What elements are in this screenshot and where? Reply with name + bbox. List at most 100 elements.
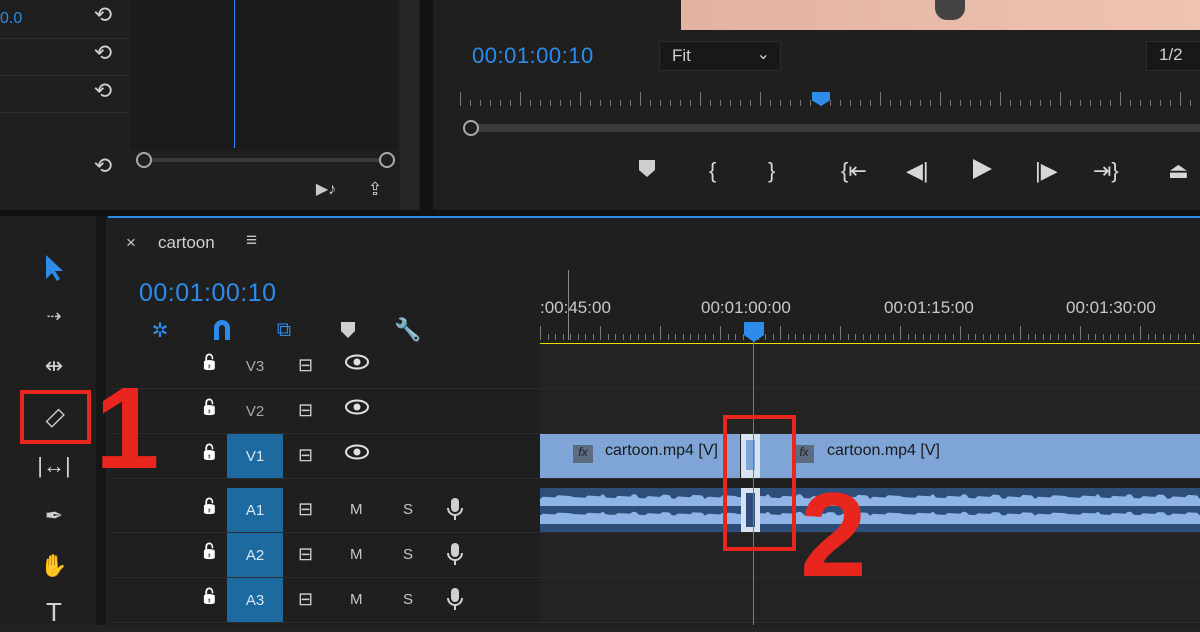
step-forward-icon[interactable]: |▶ xyxy=(1035,158,1058,184)
export-frame-icon[interactable]: ⇪ xyxy=(362,178,388,200)
ripple-edit-tool[interactable]: ⇹ xyxy=(30,346,78,386)
snap-icon[interactable] xyxy=(208,316,236,344)
panel-divider[interactable] xyxy=(420,0,433,210)
solo-button[interactable]: S xyxy=(403,546,413,563)
close-tab-icon[interactable]: × xyxy=(126,233,136,253)
zoom-scroll-handle[interactable] xyxy=(463,120,479,136)
ruler-tick xyxy=(937,334,939,340)
reset-parameter-icon[interactable]: ⟲ xyxy=(92,153,114,178)
track-header-v1[interactable] xyxy=(110,434,540,479)
hand-tool[interactable]: ✋ xyxy=(30,546,78,586)
time-ruler[interactable] xyxy=(460,92,1200,114)
scrollbar[interactable] xyxy=(400,0,418,210)
track-target-a1[interactable]: A1 xyxy=(227,488,283,532)
slip-tool[interactable]: |↔| xyxy=(30,446,78,486)
track-target-v2[interactable]: V2 xyxy=(227,389,283,433)
track-target-a2[interactable]: A2 xyxy=(227,533,283,577)
lock-icon[interactable]: 🔓 xyxy=(200,587,219,605)
lift-icon[interactable]: ⏏ xyxy=(1168,158,1189,184)
mark-in-icon[interactable]: { xyxy=(709,158,716,184)
ruler-tick xyxy=(620,100,621,106)
tab-title[interactable]: cartoon xyxy=(158,233,215,253)
lock-icon[interactable]: 🔓 xyxy=(200,497,219,515)
step-back-icon[interactable]: ◀| xyxy=(906,158,929,184)
ruler-tick xyxy=(1027,334,1029,340)
lock-icon[interactable]: 🔓 xyxy=(200,443,219,461)
pen-tool[interactable]: ✒ xyxy=(30,496,78,536)
zoom-scroll-track[interactable] xyxy=(471,124,1200,132)
lock-icon[interactable]: 🔓 xyxy=(200,542,219,560)
track-lane-a3[interactable] xyxy=(540,578,1200,623)
timeline-timecode[interactable]: 00:01:00:10 xyxy=(139,279,277,308)
toggle-sync-lock-icon[interactable]: ⊟ xyxy=(298,589,313,610)
track-target-v1[interactable]: V1 xyxy=(227,434,283,478)
mark-out-icon[interactable]: } xyxy=(768,158,775,184)
track-header-v2[interactable] xyxy=(110,389,540,434)
mute-button[interactable]: M xyxy=(350,591,363,608)
toggle-sync-lock-icon[interactable]: ⊟ xyxy=(298,544,313,565)
ruler-tick xyxy=(720,100,721,106)
resolution-dropdown[interactable]: 1/2 xyxy=(1146,41,1200,71)
track-lane-v3[interactable] xyxy=(540,344,1200,389)
track-lane-v2[interactable] xyxy=(540,389,1200,434)
audio-clip[interactable] xyxy=(540,488,1200,532)
settings-wrench-icon[interactable]: 🔧 xyxy=(393,316,423,344)
go-to-out-icon[interactable]: ⇥} xyxy=(1093,158,1119,184)
track-lane-a2[interactable] xyxy=(540,533,1200,578)
effect-value[interactable]: 0.0 xyxy=(0,10,22,28)
video-clip-left[interactable]: fx cartoon.mp4 [V] xyxy=(540,434,740,478)
solo-button[interactable]: S xyxy=(403,591,413,608)
microphone-icon[interactable] xyxy=(447,497,463,527)
play-audio-icon[interactable]: ▶♪ xyxy=(312,178,340,200)
ruler-tick xyxy=(712,334,714,340)
toggle-sync-lock-icon[interactable]: ⊟ xyxy=(298,355,313,376)
toggle-sync-lock-icon[interactable]: ⊟ xyxy=(298,445,313,466)
timeline-ruler[interactable]: :00:45:00 00:01:00:00 00:01:15:00 00:01:… xyxy=(540,270,1200,348)
ruler-tick xyxy=(600,326,601,340)
ruler-tick xyxy=(490,100,491,106)
lock-icon[interactable]: 🔓 xyxy=(200,353,219,371)
ruler-tick xyxy=(1160,100,1161,106)
lock-icon[interactable]: 🔓 xyxy=(200,398,219,416)
track-target-a3[interactable]: A3 xyxy=(227,578,283,622)
track-select-forward-tool[interactable]: ⇢ xyxy=(30,296,78,336)
reset-parameter-icon[interactable]: ⟲ xyxy=(92,78,114,103)
eye-icon[interactable] xyxy=(345,444,369,465)
program-timecode[interactable]: 00:01:00:10 xyxy=(472,43,594,69)
add-marker-icon[interactable] xyxy=(638,158,656,184)
type-tool[interactable]: T xyxy=(30,592,78,632)
go-to-in-icon[interactable]: {⇤ xyxy=(841,158,867,184)
ruler-tick xyxy=(850,100,851,106)
microphone-icon[interactable] xyxy=(447,542,463,572)
eye-icon[interactable] xyxy=(345,354,369,375)
nest-sequence-icon[interactable]: ✲ xyxy=(146,316,174,344)
microphone-icon[interactable] xyxy=(447,587,463,617)
scroll-handle-left[interactable] xyxy=(136,152,152,168)
track-header-a2[interactable] xyxy=(110,533,540,578)
tab-menu-icon[interactable]: ≡ xyxy=(246,230,257,252)
mute-button[interactable]: M xyxy=(350,501,363,518)
toggle-sync-lock-icon[interactable]: ⊟ xyxy=(298,400,313,421)
mute-button[interactable]: M xyxy=(350,546,363,563)
linked-selection-icon[interactable]: ⧉ xyxy=(270,316,298,344)
add-marker-icon[interactable] xyxy=(334,316,362,344)
scroll-track[interactable] xyxy=(143,158,388,162)
track-target-v3[interactable]: V3 xyxy=(227,344,283,388)
ruler-tick xyxy=(817,334,819,340)
track-header-v3[interactable] xyxy=(110,344,540,389)
toggle-sync-lock-icon[interactable]: ⊟ xyxy=(298,499,313,520)
ruler-tick xyxy=(480,100,481,106)
selection-tool[interactable] xyxy=(30,248,78,288)
annotation-number-1: 1 xyxy=(95,363,160,493)
reset-parameter-icon[interactable]: ⟲ xyxy=(92,2,114,27)
play-icon[interactable] xyxy=(971,158,993,186)
eye-icon[interactable] xyxy=(345,399,369,420)
scroll-handle-right[interactable] xyxy=(379,152,395,168)
track-header-a1[interactable] xyxy=(110,488,540,533)
zoom-dropdown[interactable]: Fit ⌄ xyxy=(659,41,781,71)
reset-parameter-icon[interactable]: ⟲ xyxy=(92,40,114,65)
track-header-a3[interactable] xyxy=(110,578,540,623)
ruler-tick xyxy=(980,100,981,106)
ruler-tick xyxy=(630,100,631,106)
solo-button[interactable]: S xyxy=(403,501,413,518)
